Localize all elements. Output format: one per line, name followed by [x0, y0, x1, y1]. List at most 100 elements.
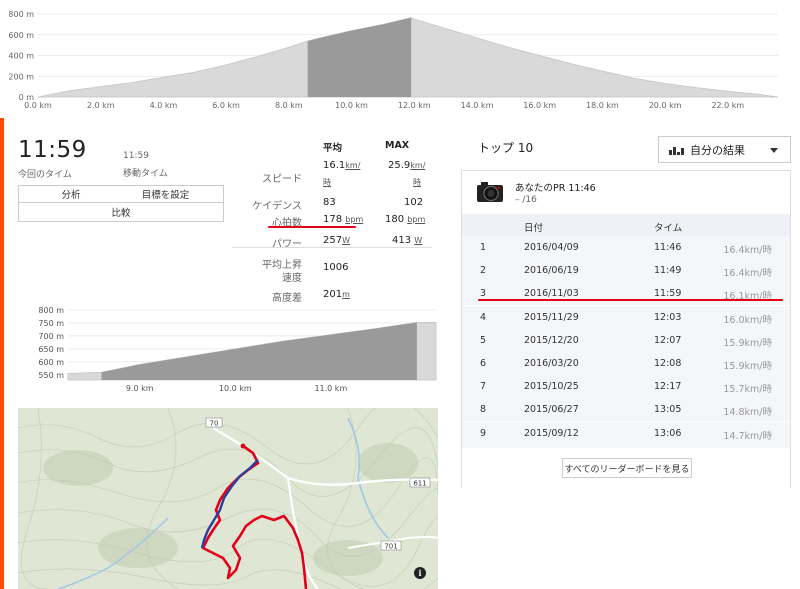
col-time: タイム [654, 223, 683, 234]
my-results-dropdown[interactable]: 自分の結果 [658, 136, 791, 163]
rank-cell: 2 [480, 265, 487, 277]
set-goal-button[interactable]: 目標を設定 [108, 185, 224, 203]
rank-cell: 9 [480, 427, 487, 439]
time-cell: 11:46 [654, 242, 682, 253]
my-results-label: 自分の結果 [690, 143, 745, 157]
bar-chart-icon [669, 145, 684, 155]
leaderboard-panel: あなたのPR 11:46 – /16 日付 タイム 1 2016/04/09 11:… [461, 170, 791, 488]
y-tick-label: 600 m [38, 358, 64, 367]
leaderboard-header: 日付 タイム [462, 214, 790, 236]
camera-avatar-icon [476, 178, 504, 206]
time-cell: 12:03 [654, 311, 682, 323]
elapsed-time-label: 今回のタイム [18, 170, 72, 180]
time-cell: 12:17 [654, 381, 682, 393]
x-tick-label: 10.0 km [219, 384, 252, 393]
climb-rate-value: 1006 [323, 262, 349, 273]
leaderboard-row[interactable]: 6 2016/03/20 12:08 15.9km/時 [462, 352, 790, 375]
speed-max-unit: 時 [413, 178, 421, 187]
avg-header: 平均 [323, 143, 343, 154]
y-tick-label: 700 m [38, 332, 64, 341]
x-tick-label: 18.0 km [586, 101, 619, 110]
leaderboard-row[interactable]: 5 2015/12/20 12:07 15.9km/時 [462, 328, 790, 352]
x-tick-label: 12.0 km [398, 101, 431, 110]
date-cell: 2016/03/20 [524, 358, 579, 369]
speed-cell: 16.4km/時 [723, 268, 772, 280]
rank-cell: 1 [480, 242, 487, 253]
pr-rank: – /16 [515, 195, 537, 205]
climb-rate-label-2: 速度 [282, 273, 302, 284]
y-tick-label: 550 m [38, 371, 64, 380]
cadence-max: 102 [404, 197, 424, 208]
speed-cell: 15.7km/時 [723, 384, 772, 396]
leaderboard-row[interactable]: 8 2015/06/27 13:05 14.8km/時 [462, 398, 790, 422]
elapsed-time: 11:59 [18, 137, 87, 163]
x-tick-label: 16.0 km [523, 101, 556, 110]
date-cell: 2016/11/03 [524, 288, 579, 300]
x-tick-label: 20.0 km [649, 101, 682, 110]
info-icon[interactable]: i [414, 567, 426, 579]
rank-cell: 8 [480, 404, 487, 416]
rank-cell: 6 [480, 358, 487, 369]
moving-time-label: 移動タイム [123, 169, 168, 179]
date-cell: 2015/11/29 [524, 311, 579, 323]
row-highlight-underline [478, 299, 783, 301]
date-cell: 2015/12/20 [524, 334, 579, 346]
max-header: MAX [385, 140, 410, 151]
cadence-label: ケイデンス [252, 201, 302, 212]
view-all-leaderboards-button[interactable]: すべてのリーダーボードを見る [562, 458, 692, 478]
x-tick-label: 14.0 km [461, 101, 494, 110]
accent-rail [0, 118, 4, 589]
elev-diff-value: 201m [323, 289, 350, 300]
speed-label: スピード [262, 174, 302, 185]
speed-cell: 16.4km/時 [723, 245, 772, 256]
moving-time: 11:59 [123, 151, 149, 161]
y-tick-label: 800 m [8, 10, 34, 19]
leaderboard-footer: すべてのリーダーボードを見る [462, 448, 790, 488]
rank-cell: 5 [480, 334, 487, 346]
x-tick-label: 22.0 km [711, 101, 744, 110]
x-tick-label: 8.0 km [275, 101, 303, 110]
elevation-profile-chart[interactable]: 0 m200 m400 m600 m800 m0.0 km 2.0 km 4.0 k… [0, 0, 800, 118]
leaderboard-row[interactable]: 4 2015/11/29 12:03 16.0km/時 [462, 305, 790, 329]
y-tick-label: 650 m [38, 345, 64, 354]
rank-cell: 3 [480, 288, 487, 300]
x-tick-label: 4.0 km [150, 101, 178, 110]
x-tick-label: 6.0 km [212, 101, 240, 110]
time-cell: 13:06 [654, 427, 682, 439]
y-tick-label: 750 m [38, 319, 64, 328]
leaderboard-title: トップ 10 [478, 141, 534, 155]
col-date: 日付 [524, 223, 544, 234]
y-tick-label: 400 m [8, 52, 34, 61]
route-map[interactable]: 70 611 701 i [18, 408, 438, 589]
leaderboard-row[interactable]: 2 2016/06/19 11:49 16.4km/時 [462, 259, 790, 283]
rank-cell: 4 [480, 311, 487, 323]
power-avg: 257W [323, 235, 351, 246]
x-tick-label: 10.0 km [335, 101, 368, 110]
x-tick-label: 9.0 km [126, 384, 154, 393]
leaderboard-row[interactable]: 3 2016/11/03 11:59 16.1km/時 [462, 282, 790, 306]
map-canvas: 70 611 701 [18, 408, 438, 589]
speed-cell: 14.7km/時 [723, 430, 772, 442]
y-tick-label: 600 m [8, 31, 34, 40]
leaderboard-row[interactable]: 9 2015/09/12 13:06 14.7km/時 [462, 421, 790, 445]
x-tick-label: 0.0 km [24, 101, 52, 110]
date-cell: 2016/06/19 [524, 265, 579, 277]
speed-cell: 16.0km/時 [723, 314, 772, 326]
segment-highlight-area [101, 322, 417, 380]
time-cell: 12:07 [654, 334, 682, 346]
speed-avg-unit: 時 [323, 178, 331, 187]
y-tick-label: 800 m [38, 306, 64, 315]
rank-cell: 7 [480, 381, 487, 393]
heartrate-avg: 178 bpm [323, 214, 364, 225]
chevron-down-icon [770, 148, 778, 153]
compare-button[interactable]: 比較 [18, 203, 224, 222]
heartrate-max: 180 bpm [385, 214, 426, 225]
power-max: 413 W [392, 235, 423, 246]
segment-elevation-chart[interactable]: 550 m 600 m 650 m 700 m 750 m 800 m 9.0 km 10.0… [18, 302, 438, 402]
road-sign-611: 611 [413, 480, 426, 488]
date-cell: 2015/09/12 [524, 427, 579, 439]
road-sign-70: 70 [210, 420, 219, 428]
leaderboard-row[interactable]: 7 2015/10/25 12:17 15.7km/時 [462, 375, 790, 399]
leaderboard-row[interactable]: 1 2016/04/09 11:46 16.4km/時 [462, 236, 790, 259]
personal-record-row: あなたのPR 11:46 – /16 [462, 171, 790, 213]
